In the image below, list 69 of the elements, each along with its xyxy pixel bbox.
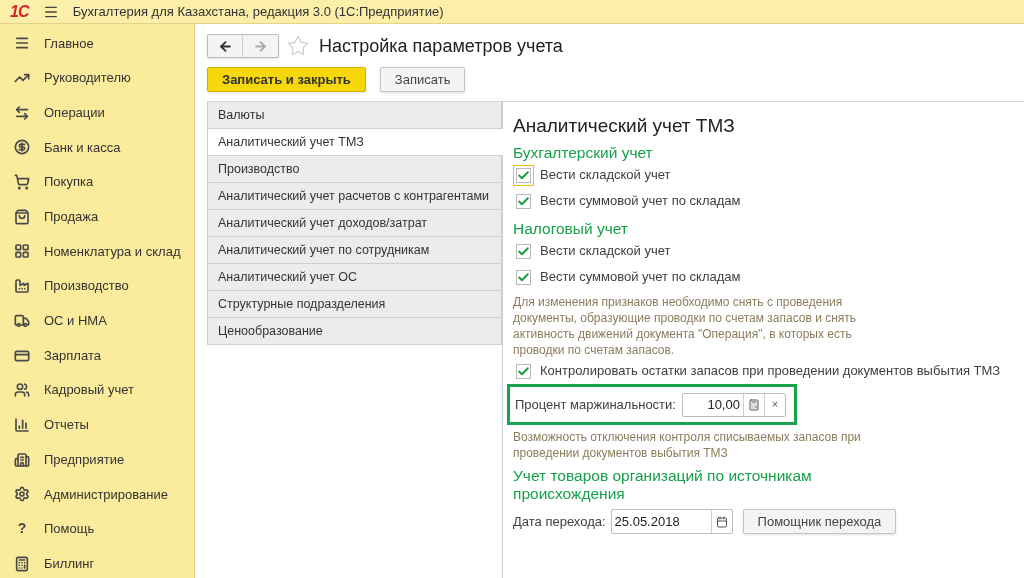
form-title: Настройка параметров учета [319,34,563,58]
panel-title: Аналитический учет ТМЗ [513,114,736,138]
checkbox-label: Вести суммовой учет по складам [540,268,741,287]
building-icon [14,451,30,468]
sidebar-item[interactable]: Главное [0,26,194,61]
sidebar-item[interactable]: Биллинг [0,546,194,578]
star-icon[interactable] [287,35,309,57]
cart-icon [14,174,30,191]
sidebar-item[interactable]: Администрирование [0,476,194,512]
grid-icon [14,243,30,260]
checkbox-label: Вести складской учет [540,166,671,185]
sidebar-item[interactable]: Продажа [0,199,194,235]
field-label: Дата перехода: [513,512,606,531]
sidebar-item[interactable]: Банк и касса [0,130,194,165]
section-tab[interactable]: Аналитический учет доходов/затрат [207,210,502,237]
date-field[interactable]: 25.05.2018 [610,509,733,534]
section-tab[interactable]: Ценообразование [207,318,502,345]
hint-text: Возможность отключения контроля списываемых запасов при проведении документов выбытия ТМЗ [513,429,862,461]
sidebar-item[interactable]: Отчеты [0,407,194,443]
sidebar-item[interactable]: Руководителю [0,60,194,96]
checkbox[interactable] [516,243,531,259]
arrow-right-icon [253,38,268,54]
sidebar-item[interactable]: Операции [0,95,194,131]
group-heading: Налоговый учет [513,220,629,238]
checkbox-label: Вести складской учет [540,242,671,261]
sidebar-item[interactable]: Предприятие [0,442,194,477]
logo: 1С [10,1,29,22]
section-tab[interactable]: Структурные подразделения [207,291,502,318]
coin-icon [14,139,30,156]
section-tab[interactable]: Производство [207,156,502,183]
sidebar-item[interactable]: ОС и НМА [0,303,194,339]
section-tab[interactable]: Аналитический учет расчетов с контрагентами [207,183,502,210]
checkbox[interactable] [516,193,531,209]
settings-icon [14,486,30,503]
section-heading: Учет товаров организаций по источникам происхождения [513,467,813,503]
calculator-icon[interactable] [747,398,760,411]
assistant-button[interactable]: Помощник перехода [742,509,897,534]
users-icon [14,382,30,399]
sidebar-item[interactable]: ? Помощь [0,511,194,547]
group-heading: Бухгалтерский учет [513,144,654,162]
menu-icon [14,35,30,52]
number-field[interactable]: 10,00 × [681,392,786,417]
factory-icon [14,278,30,295]
app-title: Бухгалтерия для Казахстана, редакция 3.0 (1С:Предприятие) [72,2,444,21]
section-tab[interactable]: Аналитический учет ТМЗ [207,129,503,156]
bag-icon [14,208,30,225]
checkbox-label: Контролировать остатки запасов при проведении документов выбытия ТМЗ [540,362,1001,381]
sidebar-item[interactable]: Покупка [0,164,194,200]
section-tab[interactable]: Валюты [207,102,502,129]
transfer-icon [14,104,30,121]
sidebar-item[interactable]: Производство [0,268,194,304]
checkbox-label: Вести суммовой учет по складам [540,192,741,211]
checkbox[interactable] [516,363,531,379]
help-icon: ? [14,518,30,540]
checkbox[interactable] [516,269,531,285]
sidebar-item[interactable]: Номенклатура и склад [0,234,194,269]
section-tab[interactable]: Аналитический учет по сотрудникам [207,237,502,264]
sidebar-item[interactable]: Зарплата [0,338,194,373]
section-tab[interactable]: Аналитический учет ОС [207,264,502,291]
calendar-icon[interactable] [715,515,728,528]
save-close-button[interactable]: Записать и закрыть [207,67,366,92]
clear-button[interactable]: × [763,393,785,416]
chart-icon [14,416,30,433]
save-button[interactable]: Записать [379,67,466,92]
field-label: Процент маржинальности: [515,395,676,414]
calculator-icon [14,555,30,572]
sidebar-item[interactable]: Кадровый учет [0,372,194,408]
note-text: Для изменения признаков необходимо снять с проведения документы, образующие проводки по счетам запасов и снять активность движений документа "Операция", в которых есть проводки по счетам запасов. [513,294,858,358]
truck-icon [14,312,30,329]
